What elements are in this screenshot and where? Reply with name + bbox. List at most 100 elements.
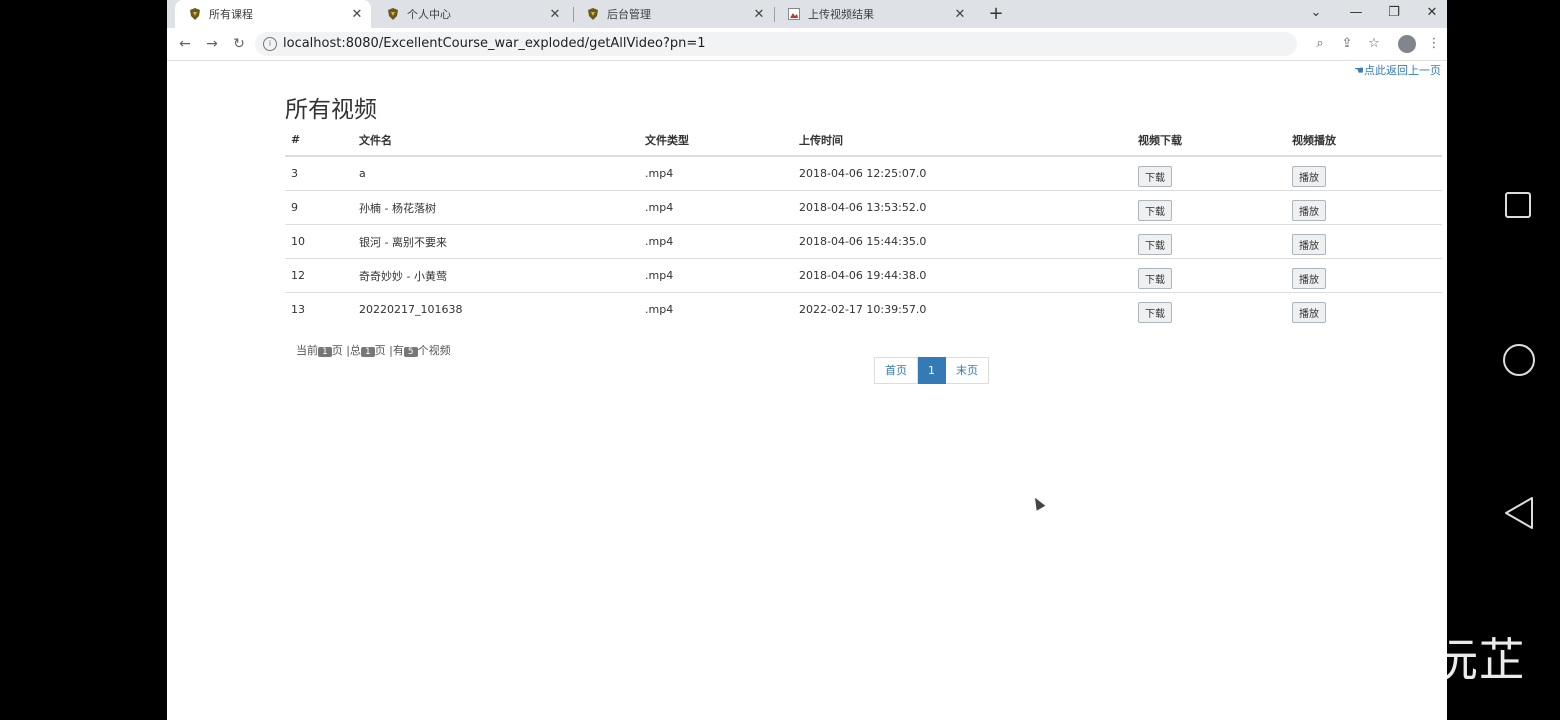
cell-play: 播放 xyxy=(1286,190,1442,225)
cell-download: 下载 xyxy=(1132,224,1286,259)
cell-download: 下载 xyxy=(1132,190,1286,225)
table-header-row: # 文件名 文件类型 上传时间 视频下载 视频播放 xyxy=(285,124,1442,157)
image-favicon-icon xyxy=(788,8,800,20)
tab-close-icon[interactable]: ✕ xyxy=(751,7,767,22)
total-videos-badge: 5 xyxy=(403,347,418,357)
tab-close-icon[interactable]: ✕ xyxy=(952,7,968,22)
android-recents-icon[interactable] xyxy=(1505,192,1531,218)
new-tab-icon[interactable]: + xyxy=(985,3,1007,25)
cell-time: 2018-04-06 12:25:07.0 xyxy=(793,156,1132,191)
table-row: 10 银河 - 离别不要来 .mp4 2018-04-06 15:44:35.0… xyxy=(285,224,1442,259)
tab-admin[interactable]: 后台管理 ✕ xyxy=(573,0,773,28)
address-bar[interactable]: i localhost:8080/ExcellentCourse_war_exp… xyxy=(255,32,1297,56)
cell-download: 下载 xyxy=(1132,258,1286,293)
menu-kebab-icon[interactable]: ⋮ xyxy=(1424,34,1444,54)
play-button[interactable]: 播放 xyxy=(1292,234,1326,255)
tab-close-icon[interactable]: ✕ xyxy=(349,7,365,22)
cell-play: 播放 xyxy=(1286,293,1442,327)
back-arrow-icon[interactable]: ← xyxy=(175,34,195,54)
play-button[interactable]: 播放 xyxy=(1292,166,1326,187)
profile-avatar-icon[interactable] xyxy=(1398,35,1416,53)
play-button[interactable]: 播放 xyxy=(1292,268,1326,289)
table-row: 12 奇奇妙妙 - 小黄莺 .mp4 2018-04-06 19:44:38.0… xyxy=(285,258,1442,293)
zoom-icon[interactable]: ⌕ xyxy=(1310,34,1330,54)
download-button[interactable]: 下载 xyxy=(1138,268,1172,289)
site-info-icon[interactable]: i xyxy=(263,37,277,51)
tab-search-dropdown-icon[interactable]: ⌄ xyxy=(1297,0,1335,28)
tab-upload-result[interactable]: 上传视频结果 ✕ xyxy=(774,0,974,28)
tab-title: 所有课程 xyxy=(209,8,253,21)
cell-type: .mp4 xyxy=(639,156,793,191)
cell-name: a xyxy=(353,156,639,191)
close-window-icon[interactable]: ✕ xyxy=(1413,0,1447,28)
bookmark-star-icon[interactable]: ☆ xyxy=(1364,34,1384,54)
browser-toolbar: ← → ↻ i localhost:8080/ExcellentCourse_w… xyxy=(167,28,1447,61)
mouse-cursor-icon xyxy=(1030,495,1046,511)
android-home-icon[interactable] xyxy=(1503,344,1535,376)
share-icon[interactable]: ⇪ xyxy=(1337,34,1357,54)
cell-name: 孙楠 - 杨花落树 xyxy=(353,190,639,225)
download-button[interactable]: 下载 xyxy=(1138,166,1172,187)
table-row: 13 20220217_101638 .mp4 2022-02-17 10:39… xyxy=(285,293,1442,327)
current-page-badge: 1 xyxy=(318,347,332,357)
header-download: 视频下载 xyxy=(1132,124,1286,157)
cell-time: 2018-04-06 13:53:52.0 xyxy=(793,190,1132,225)
header-filetype: 文件类型 xyxy=(639,124,793,157)
play-button[interactable]: 播放 xyxy=(1292,302,1326,323)
cell-name: 奇奇妙妙 - 小黄莺 xyxy=(353,258,639,293)
header-upload-time: 上传时间 xyxy=(793,124,1132,157)
cell-id: 12 xyxy=(285,258,353,293)
cell-id: 3 xyxy=(285,156,353,191)
tab-title: 后台管理 xyxy=(607,8,651,21)
browser-window: 所有课程 ✕ 个人中心 ✕ 后台管理 ✕ 上传视频结果 ✕ + ⌄ — ❐ ✕ … xyxy=(167,0,1447,720)
reload-icon[interactable]: ↻ xyxy=(229,34,249,54)
download-button[interactable]: 下载 xyxy=(1138,234,1172,255)
cell-download: 下载 xyxy=(1132,293,1286,327)
forward-arrow-icon[interactable]: → xyxy=(202,34,222,54)
table-row: 9 孙楠 - 杨花落树 .mp4 2018-04-06 13:53:52.0 下… xyxy=(285,190,1442,225)
cell-id: 13 xyxy=(291,303,305,316)
cell-download: 下载 xyxy=(1132,156,1286,191)
cell-type: .mp4 xyxy=(639,190,793,225)
cell-type: .mp4 xyxy=(639,258,793,293)
back-link[interactable]: ☚点此返回上一页 xyxy=(1354,62,1441,78)
tab-title: 上传视频结果 xyxy=(808,8,874,21)
cell-play: 播放 xyxy=(1286,224,1442,259)
cell-time: 2018-04-06 15:44:35.0 xyxy=(793,224,1132,259)
tab-personal-center[interactable]: 个人中心 ✕ xyxy=(373,0,569,28)
url-text[interactable]: localhost:8080/ExcellentCourse_war_explo… xyxy=(283,36,706,51)
page-link-current[interactable]: 1 xyxy=(918,357,946,384)
hand-pointer-icon: ☚ xyxy=(1354,64,1364,77)
cell-type: .mp4 xyxy=(639,224,793,259)
pagination: 首页 1 末页 xyxy=(874,357,989,384)
minimize-icon[interactable]: — xyxy=(1337,0,1375,28)
cell-play: 播放 xyxy=(1286,156,1442,191)
cell-id: 9 xyxy=(285,190,353,225)
download-button[interactable]: 下载 xyxy=(1138,200,1172,221)
page-info: 当前 1 页 |总 1 页 |有 5 个视频 xyxy=(296,344,451,357)
cell-name: 银河 - 离别不要来 xyxy=(353,224,639,259)
header-index: # xyxy=(285,124,353,157)
video-table: # 文件名 文件类型 上传时间 视频下载 视频播放 3 a .mp4 2018-… xyxy=(285,124,1442,326)
tab-strip: 所有课程 ✕ 个人中心 ✕ 后台管理 ✕ 上传视频结果 ✕ + ⌄ — ❐ ✕ xyxy=(167,0,1447,28)
table-row: 3 a .mp4 2018-04-06 12:25:07.0 下载 播放 xyxy=(285,156,1442,191)
cell-name: 20220217_101638 xyxy=(359,303,463,316)
site-favicon-icon xyxy=(587,8,599,20)
play-button[interactable]: 播放 xyxy=(1292,200,1326,221)
header-play: 视频播放 xyxy=(1286,124,1442,157)
download-button[interactable]: 下载 xyxy=(1138,302,1172,323)
total-pages-badge: 1 xyxy=(360,347,375,357)
page-title: 所有视频 xyxy=(285,97,377,123)
site-favicon-icon xyxy=(387,8,399,20)
cell-id: 10 xyxy=(285,224,353,259)
android-back-icon[interactable] xyxy=(1503,496,1535,530)
cell-time: 2022-02-17 10:39:57.0 xyxy=(799,303,927,316)
last-page-link[interactable]: 末页 xyxy=(946,357,989,384)
first-page-link[interactable]: 首页 xyxy=(874,357,918,384)
cell-time: 2018-04-06 19:44:38.0 xyxy=(793,258,1132,293)
tab-close-icon[interactable]: ✕ xyxy=(547,7,563,22)
maximize-icon[interactable]: ❐ xyxy=(1375,0,1413,28)
tab-all-courses[interactable]: 所有课程 ✕ xyxy=(175,0,371,28)
site-favicon-icon xyxy=(189,8,201,20)
tab-title: 个人中心 xyxy=(407,8,451,21)
